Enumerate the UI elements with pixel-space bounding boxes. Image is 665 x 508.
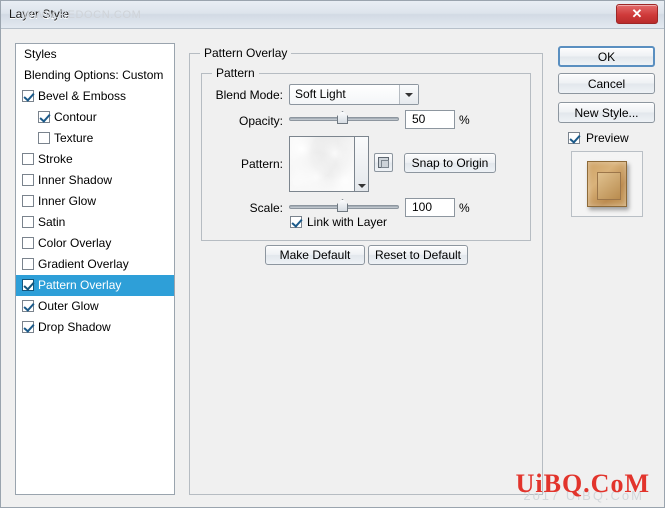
styles-list-item-bevel-emboss[interactable]: Bevel & Emboss [16, 86, 174, 107]
style-label: Inner Glow [38, 194, 97, 208]
drop-shadow-checkbox[interactable] [22, 321, 34, 333]
style-label: Pattern Overlay [38, 278, 122, 292]
preview-label: Preview [586, 131, 629, 145]
opacity-label: Opacity: [238, 114, 283, 128]
link-with-layer-checkbox[interactable] [290, 216, 302, 228]
scale-input[interactable]: 100 [405, 198, 455, 217]
pattern-overlay-group-label: Pattern Overlay [200, 46, 292, 60]
opacity-slider[interactable] [289, 109, 399, 128]
preview-checkbox[interactable] [568, 132, 580, 144]
pattern-label: Pattern: [240, 157, 283, 171]
preview-checkbox-row[interactable]: Preview [568, 129, 658, 147]
styles-list-item-drop-shadow[interactable]: Drop Shadow [16, 317, 174, 338]
style-label: Gradient Overlay [38, 257, 129, 271]
satin-checkbox[interactable] [22, 216, 34, 228]
style-label: Satin [38, 215, 66, 229]
watermark-red: UiBQ.CoM [515, 469, 650, 498]
make-default-button[interactable]: Make Default [265, 245, 365, 265]
styles-list-item-satin[interactable]: Satin [16, 212, 174, 233]
styles-list-item-gradient-overlay[interactable]: Gradient Overlay [16, 254, 174, 275]
title-bar: Layer Style WWW.REDOCN.COM ✕ [1, 1, 664, 29]
blend-mode-value: Soft Light [295, 87, 346, 101]
site-watermark-top: WWW.REDOCN.COM [23, 9, 142, 21]
styles-list-item-inner-glow[interactable]: Inner Glow [16, 191, 174, 212]
style-label: Inner Shadow [38, 173, 113, 187]
cancel-button[interactable]: Cancel [558, 73, 655, 94]
contour-checkbox[interactable] [38, 111, 50, 123]
styles-list-item-pattern-overlay[interactable]: Pattern Overlay [16, 275, 174, 296]
outer-glow-checkbox[interactable] [22, 300, 34, 312]
pattern-preview-swatch[interactable] [289, 136, 355, 192]
styles-list-item-texture[interactable]: Texture [16, 128, 174, 149]
stroke-checkbox[interactable] [22, 153, 34, 165]
new-pattern-button[interactable] [374, 153, 393, 172]
inner-glow-checkbox[interactable] [22, 195, 34, 207]
scale-slider[interactable] [289, 197, 399, 216]
scale-unit: % [459, 201, 470, 215]
style-label: Color Overlay [38, 236, 112, 250]
close-button[interactable]: ✕ [616, 4, 658, 24]
styles-list-item-blending-options[interactable]: Blending Options: Custom [16, 65, 174, 86]
pattern-dropdown-toggle[interactable] [355, 136, 369, 192]
styles-list-item-outer-glow[interactable]: Outer Glow [16, 296, 174, 317]
link-with-layer-row[interactable]: Link with Layer [290, 215, 387, 229]
ok-button[interactable]: OK [558, 46, 655, 67]
scale-label: Scale: [249, 201, 283, 215]
style-label: Contour [54, 110, 97, 124]
new-style-button[interactable]: New Style... [558, 102, 655, 123]
styles-list-item-inner-shadow[interactable]: Inner Shadow [16, 170, 174, 191]
styles-list-item-color-overlay[interactable]: Color Overlay [16, 233, 174, 254]
style-label: Blending Options: Custom [24, 68, 164, 82]
opacity-slider-thumb[interactable] [337, 111, 348, 124]
style-label: Styles [24, 47, 57, 61]
blend-mode-label: Blend Mode: [215, 88, 283, 102]
style-label: Drop Shadow [38, 320, 111, 334]
reset-to-default-button[interactable]: Reset to Default [368, 245, 468, 265]
styles-list-item-stroke[interactable]: Stroke [16, 149, 174, 170]
style-label: Stroke [38, 152, 73, 166]
chevron-down-icon[interactable] [399, 85, 418, 104]
blend-mode-select[interactable]: Soft Light [289, 84, 419, 105]
gradient-overlay-checkbox[interactable] [22, 258, 34, 270]
style-label: Bevel & Emboss [38, 89, 127, 103]
pattern-group-label: Pattern [212, 66, 259, 80]
link-with-layer-label: Link with Layer [307, 215, 388, 229]
preview-thumbnail-image [587, 161, 627, 207]
snap-to-origin-button[interactable]: Snap to Origin [404, 153, 496, 173]
pattern-icon [378, 157, 389, 168]
style-label: Outer Glow [38, 299, 99, 313]
styles-list-item-contour[interactable]: Contour [16, 107, 174, 128]
pattern-overlay-checkbox[interactable] [22, 279, 34, 291]
inner-shadow-checkbox[interactable] [22, 174, 34, 186]
preview-thumbnail [571, 151, 643, 217]
opacity-unit: % [459, 113, 470, 127]
styles-list[interactable]: Styles Blending Options: Custom Bevel & … [15, 43, 175, 495]
layer-style-dialog: Layer Style WWW.REDOCN.COM ✕ Styles Blen… [0, 0, 665, 508]
bevel-emboss-checkbox[interactable] [22, 90, 34, 102]
opacity-input[interactable]: 50 [405, 110, 455, 129]
scale-slider-thumb[interactable] [337, 199, 348, 212]
styles-list-item-styles[interactable]: Styles [16, 44, 174, 65]
color-overlay-checkbox[interactable] [22, 237, 34, 249]
chevron-down-icon [357, 184, 366, 188]
texture-checkbox[interactable] [38, 132, 50, 144]
style-label: Texture [54, 131, 94, 145]
